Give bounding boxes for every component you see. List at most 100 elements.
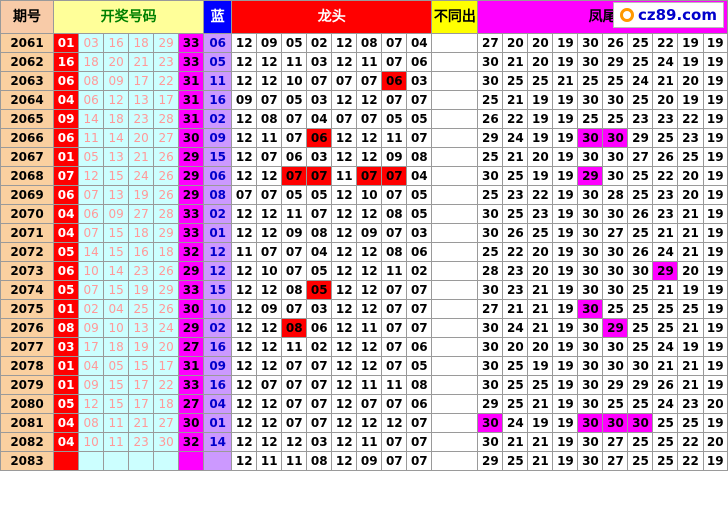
dragon-cell: 12 xyxy=(331,318,358,338)
dragon-cell: 02 xyxy=(306,337,333,357)
dragon-cell: 12 xyxy=(356,299,383,319)
phoenix-cell: 25 xyxy=(627,394,654,414)
dragon-cell: 12 xyxy=(231,261,258,281)
red-ball-cell: 23 xyxy=(128,109,155,129)
dragon-cell: 07 xyxy=(306,375,333,395)
phoenix-cell: 19 xyxy=(702,242,728,262)
phoenix-cell: 25 xyxy=(502,166,529,186)
blue-ball-cell: 16 xyxy=(203,337,233,357)
table-row: 2064 04 06 12 13 17 31 16 09 07 05 03 12 12 07 07 25 21 19… xyxy=(0,90,728,110)
dragon-cell: 07 xyxy=(406,90,433,110)
dragon-cell: 08 xyxy=(381,242,408,262)
phoenix-cell: 30 xyxy=(477,223,504,243)
red-ball-cell: 05 xyxy=(53,280,80,300)
dragon-cell: 12 xyxy=(256,204,283,224)
phoenix-cell: 30 xyxy=(477,432,504,452)
red-ball-cell: 29 xyxy=(153,33,180,53)
phoenix-cell: 19 xyxy=(552,147,579,167)
period-cell: 2067 xyxy=(0,147,55,167)
phoenix-cell-highlighted: 30 xyxy=(602,128,629,148)
blue-ball-header: 蓝 xyxy=(203,0,233,34)
dragon-cell: 07 xyxy=(281,128,308,148)
phoenix-cell: 19 xyxy=(527,90,554,110)
dragon-cell: 12 xyxy=(356,280,383,300)
red-ball-cell: 01 xyxy=(53,33,80,53)
phoenix-cell: 19 xyxy=(527,356,554,376)
red-ball-cell: 18 xyxy=(128,33,155,53)
red-ball-cell: 24 xyxy=(153,318,180,338)
blue-ball-cell: 16 xyxy=(203,375,233,395)
dragon-cell-highlighted: 06 xyxy=(306,128,333,148)
table-row: 2070 04 06 09 27 28 33 02 12 12 11 07 12 12 08 05 30 25 23… xyxy=(0,204,728,224)
blue-ball-cell: 04 xyxy=(203,394,233,414)
dragon-cell: 11 xyxy=(356,318,383,338)
phoenix-cell: 30 xyxy=(577,356,604,376)
red-ball-cell: 15 xyxy=(103,394,130,414)
table-row: 2076 08 09 10 13 24 29 02 12 12 08 06 12 11 07 07 30 24 21… xyxy=(0,318,728,338)
phoenix-cell: 24 xyxy=(652,242,679,262)
phoenix-cell: 19 xyxy=(552,128,579,148)
phoenix-cell: 19 xyxy=(702,185,728,205)
blue-ball-cell: 01 xyxy=(203,223,233,243)
dragon-cell: 12 xyxy=(256,52,283,72)
phoenix-cell: 23 xyxy=(502,185,529,205)
phoenix-cell: 19 xyxy=(702,280,728,300)
dragon-cell-highlighted: 07 xyxy=(306,166,333,186)
red-ball-cell: 19 xyxy=(128,337,155,357)
dragon-cell: 12 xyxy=(331,147,358,167)
red-ball-cell: 27 xyxy=(153,413,180,433)
dragon-cell: 12 xyxy=(256,71,283,91)
no-diff-cell xyxy=(431,299,479,319)
red-ball-cell: 15 xyxy=(103,375,130,395)
period-cell: 2082 xyxy=(0,432,55,452)
dragon-cell: 08 xyxy=(281,280,308,300)
logo-ring-icon xyxy=(619,8,634,22)
phoenix-cell: 25 xyxy=(477,147,504,167)
red-ball-cell: 17 xyxy=(78,337,105,357)
dragon-cell: 12 xyxy=(356,413,383,433)
dragon-cell: 08 xyxy=(256,109,283,129)
red-ball-cell: 09 xyxy=(78,375,105,395)
blue-ball-cell: 16 xyxy=(203,90,233,110)
phoenix-cell: 26 xyxy=(627,242,654,262)
red-ball-cell: 04 xyxy=(78,356,105,376)
red-ball-cell: 27 xyxy=(128,204,155,224)
phoenix-cell: 25 xyxy=(627,280,654,300)
dragon-cell: 11 xyxy=(381,261,408,281)
period-cell: 2065 xyxy=(0,109,55,129)
dragon-cell: 02 xyxy=(306,33,333,53)
phoenix-cell: 25 xyxy=(627,451,654,471)
phoenix-cell: 19 xyxy=(702,337,728,357)
phoenix-cell: 20 xyxy=(527,52,554,72)
phoenix-cell: 21 xyxy=(652,223,679,243)
dragon-cell-highlighted: 07 xyxy=(281,166,308,186)
red-ball-cell: 28 xyxy=(153,204,180,224)
phoenix-cell: 24 xyxy=(502,318,529,338)
red-ball-cell: 21 xyxy=(128,413,155,433)
dragon-cell: 07 xyxy=(406,318,433,338)
phoenix-cell: 24 xyxy=(652,337,679,357)
red-ball-cell: 06 xyxy=(78,204,105,224)
no-diff-header: 不同出 xyxy=(431,0,479,34)
dragon-cell: 12 xyxy=(331,223,358,243)
dragon-cell: 07 xyxy=(306,394,333,414)
phoenix-cell: 30 xyxy=(477,166,504,186)
dragon-cell: 07 xyxy=(381,299,408,319)
dragon-cell: 12 xyxy=(231,375,258,395)
phoenix-cell: 25 xyxy=(527,71,554,91)
phoenix-cell: 19 xyxy=(552,166,579,186)
red-ball-cell: 15 xyxy=(103,242,130,262)
dragon-cell: 03 xyxy=(406,71,433,91)
dragon-cell: 07 xyxy=(281,356,308,376)
dragon-cell: 12 xyxy=(256,166,283,186)
phoenix-cell-highlighted: 30 xyxy=(477,413,504,433)
dragon-cell: 07 xyxy=(281,375,308,395)
draw-numbers-header: 开奖号码 xyxy=(53,0,205,34)
site-logo[interactable]: cz89.com xyxy=(612,2,724,28)
dragon-cell: 12 xyxy=(256,394,283,414)
no-diff-cell xyxy=(431,375,479,395)
dragon-head-header: 龙头 xyxy=(231,0,433,34)
dragon-cell: 07 xyxy=(381,90,408,110)
red-ball-cell: 29 xyxy=(178,185,205,205)
phoenix-cell-highlighted: 30 xyxy=(627,413,654,433)
